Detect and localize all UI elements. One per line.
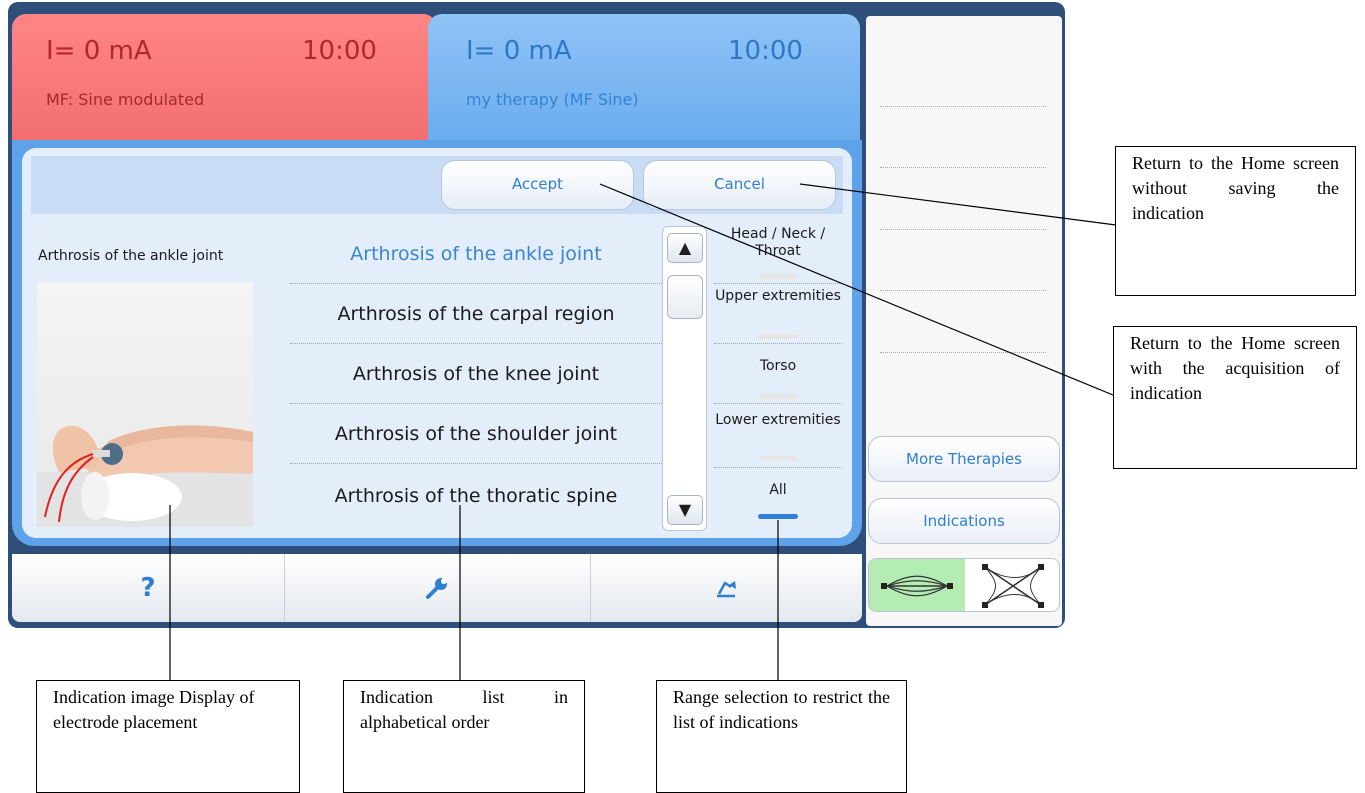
callout-cancel: Return to the Home screen without saving… <box>1115 146 1356 296</box>
callout-range: Range selection to restrict the list of … <box>656 680 907 793</box>
callout-accept: Return to the Home screen with the acqui… <box>1113 326 1357 469</box>
callout-image: Indication image Display of electrode pl… <box>36 680 300 793</box>
callout-list: Indication list in alphabetical order <box>343 680 585 793</box>
